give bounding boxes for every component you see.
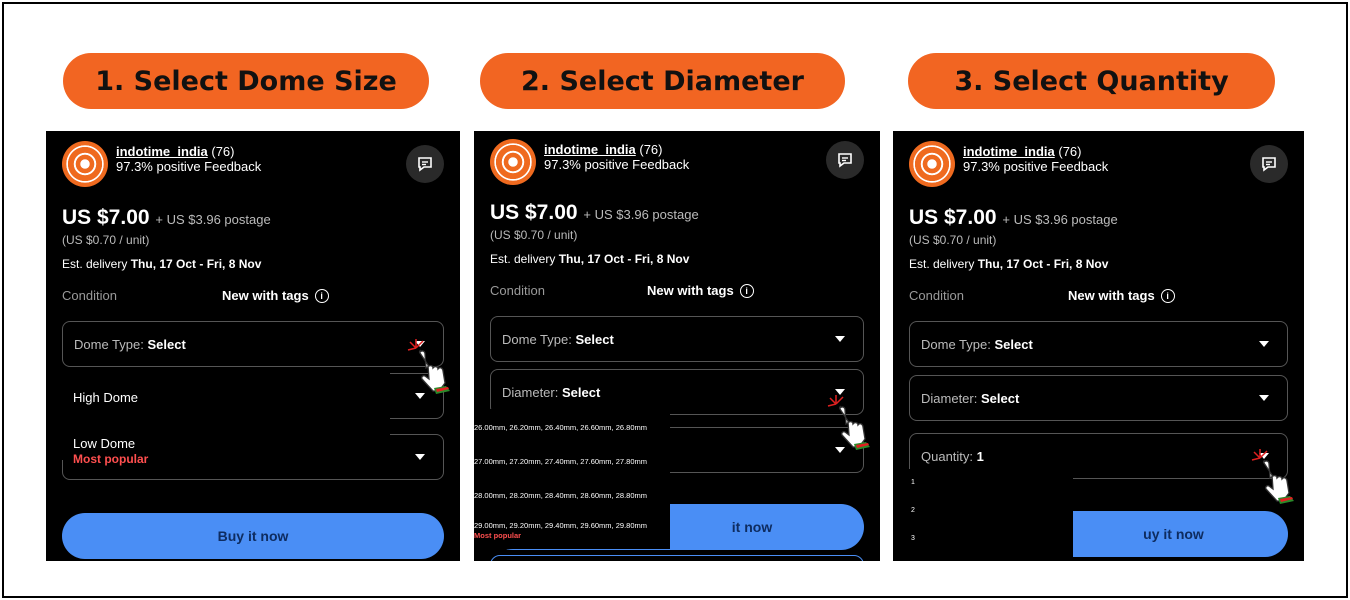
quantity-option-1[interactable]: 1 <box>911 479 915 486</box>
message-seller-button[interactable] <box>1250 145 1288 183</box>
seller-avatar[interactable] <box>62 141 108 187</box>
message-seller-button[interactable] <box>826 141 864 179</box>
info-icon[interactable]: i <box>314 288 329 303</box>
seller-avatar[interactable] <box>909 141 955 187</box>
condition-label: Condition <box>62 288 117 303</box>
seller-name-link[interactable]: indotime_india <box>116 144 208 159</box>
step-2-title: 2. Select Diameter <box>480 53 845 109</box>
delivery-estimate: Est. delivery Thu, 17 Oct - Fri, 8 Nov <box>62 257 262 271</box>
seller-count: (76) <box>639 142 663 157</box>
caret-down-icon <box>415 454 425 460</box>
popular-badge: Most popular <box>73 452 149 466</box>
secondary-button[interactable] <box>490 555 864 561</box>
seller-name-link[interactable]: indotime_india <box>544 142 636 157</box>
condition-label: Condition <box>490 283 545 298</box>
seller-avatar[interactable] <box>490 139 536 185</box>
price: US $7.00 + US $3.96 postage <box>490 201 699 224</box>
delivery-estimate: Est. delivery Thu, 17 Oct - Fri, 8 Nov <box>909 257 1109 271</box>
postage: + US $3.96 postage <box>155 212 271 227</box>
condition-label: Condition <box>909 288 964 303</box>
pointer-hand-icon <box>1251 449 1294 504</box>
message-icon <box>418 157 432 172</box>
listing-panel-diameter: indotime_india (76) 97.3% positive Feedb… <box>474 131 880 561</box>
unit-price: (US $0.70 / unit) <box>909 233 997 247</box>
seller-count: (76) <box>211 144 235 159</box>
delivery-estimate: Est. delivery Thu, 17 Oct - Fri, 8 Nov <box>490 252 690 266</box>
seller-info: indotime_india (76) 97.3% positive Feedb… <box>909 141 1108 187</box>
caret-down-icon <box>1259 341 1269 347</box>
seller-feedback: 97.3% positive Feedback <box>544 157 690 172</box>
seller-feedback: 97.3% positive Feedback <box>963 159 1109 174</box>
diameter-option-26[interactable]: 26.00mm, 26.20mm, 26.40mm, 26.60mm, 26.8… <box>474 423 647 432</box>
pointer-hand-icon <box>407 339 450 394</box>
listing-panel-dome: indotime_india (76) 97.3% positive Feedb… <box>46 131 460 561</box>
quantity-option-3[interactable]: 3 <box>911 535 915 542</box>
postage: + US $3.96 postage <box>583 207 699 222</box>
seller-info: indotime_india (76) 97.3% positive Feedb… <box>62 141 261 187</box>
dome-type-select[interactable]: Dome Type: Select <box>909 321 1288 367</box>
listing-panel-quantity: indotime_india (76) 97.3% positive Feedb… <box>893 131 1304 561</box>
unit-price: (US $0.70 / unit) <box>62 233 150 247</box>
price: US $7.00 + US $3.96 postage <box>909 206 1118 229</box>
seller-name-link[interactable]: indotime_india <box>963 144 1055 159</box>
condition-value: New with tags i <box>1068 288 1175 303</box>
popular-badge: Most popular <box>474 531 522 540</box>
step-3-title: 3. Select Quantity <box>908 53 1275 109</box>
unit-price: (US $0.70 / unit) <box>490 228 578 242</box>
diameter-option-28[interactable]: 28.00mm, 28.20mm, 28.40mm, 28.60mm, 28.8… <box>474 491 647 500</box>
dome-option-low[interactable]: Low Dome <box>73 436 135 451</box>
diameter-dropdown: 26.00mm, 26.20mm, 26.40mm, 26.60mm, 26.8… <box>474 409 670 549</box>
quantity-option-2[interactable]: 2 <box>911 507 915 514</box>
seller-count: (76) <box>1058 144 1082 159</box>
diameter-option-29[interactable]: 29.00mm, 29.20mm, 29.40mm, 29.60mm, 29.8… <box>474 521 647 530</box>
info-icon[interactable]: i <box>1160 288 1175 303</box>
message-seller-button[interactable] <box>406 145 444 183</box>
pointer-hand-icon <box>827 395 870 450</box>
dome-type-select[interactable]: Dome Type: Select <box>62 321 444 367</box>
dome-dropdown: High Dome Low Dome Most popular <box>62 368 390 466</box>
caret-down-icon <box>835 336 845 342</box>
seller-info: indotime_india (76) 97.3% positive Feedb… <box>490 139 689 185</box>
message-icon <box>1262 157 1276 172</box>
postage: + US $3.96 postage <box>1002 212 1118 227</box>
diameter-option-27[interactable]: 27.00mm, 27.20mm, 27.40mm, 27.60mm, 27.8… <box>474 457 647 466</box>
seller-feedback: 97.3% positive Feedback <box>116 159 262 174</box>
price: US $7.00 + US $3.96 postage <box>62 206 271 229</box>
info-icon[interactable]: i <box>739 283 754 298</box>
condition-value: New with tags i <box>647 283 754 298</box>
diameter-select[interactable]: Diameter: Select <box>909 375 1288 421</box>
dome-type-select[interactable]: Dome Type: Select <box>490 316 864 362</box>
step-1-title: 1. Select Dome Size <box>63 53 429 109</box>
condition-value: New with tags i <box>222 288 329 303</box>
message-icon <box>838 153 852 168</box>
buy-now-button[interactable]: Buy it now <box>62 513 444 559</box>
caret-down-icon <box>1259 395 1269 401</box>
dome-option-high[interactable]: High Dome <box>73 390 138 405</box>
quantity-dropdown: 1 2 3 <box>905 469 1073 561</box>
